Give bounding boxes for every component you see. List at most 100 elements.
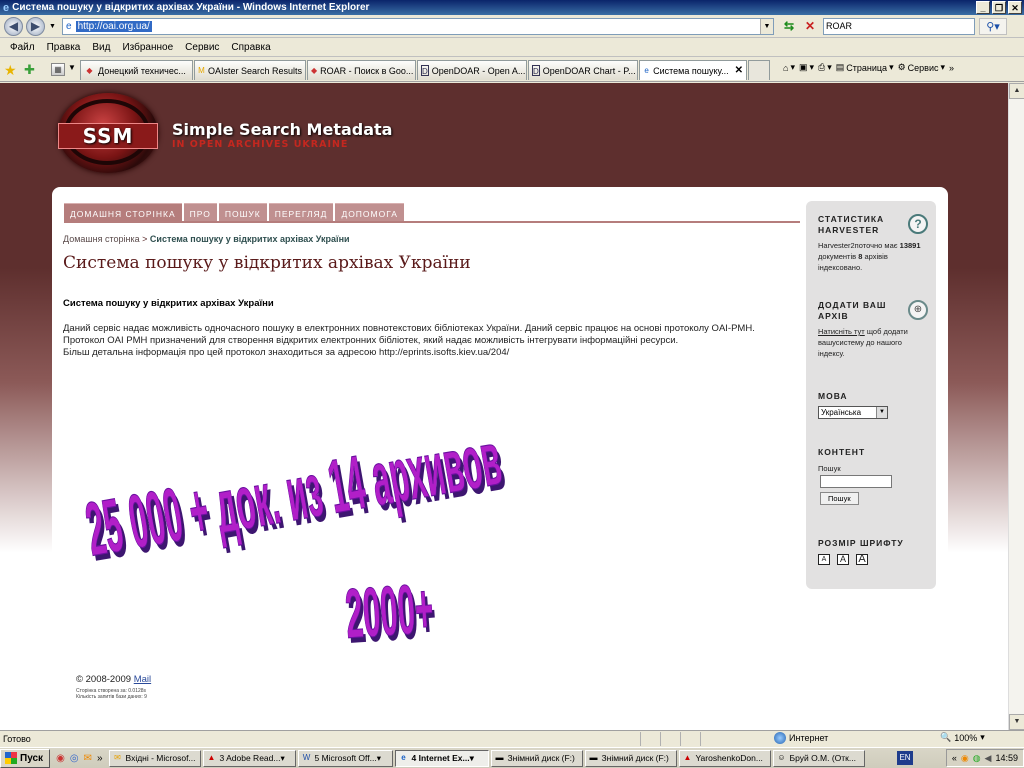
task-outlook[interactable]: ✉ Вхідні - Microsof...: [108, 749, 201, 767]
task-word[interactable]: W 5 Microsoft Off... ▾: [297, 749, 393, 767]
globe-icon: [774, 732, 786, 744]
security-zone[interactable]: Интернет: [774, 732, 828, 744]
chevron-down-icon[interactable]: ▼: [876, 407, 887, 418]
task-ie[interactable]: e 4 Internet Ex... ▾: [394, 749, 489, 767]
chevron-down-icon: ▾: [469, 752, 474, 763]
tab-donetsk[interactable]: ◆ Донецкий техничес...: [80, 60, 193, 80]
tab-roar[interactable]: ◆ ROAR - Поиск в Goo...: [307, 60, 416, 80]
tab-opendoar-chart[interactable]: D OpenDOAR Chart - P...: [528, 60, 638, 80]
page-viewport[interactable]: SSM Simple Search Metadata IN OPEN ARCHI…: [0, 83, 1008, 730]
tray-app-icon[interactable]: ◉: [961, 753, 969, 764]
close-tab-icon[interactable]: ✕: [735, 65, 743, 76]
tab-opendoar[interactable]: D OpenDOAR - Open A...: [417, 60, 527, 80]
nav-about[interactable]: ПРО: [183, 203, 217, 222]
pdf-icon: ▲: [683, 753, 692, 762]
feeds-button[interactable]: ▣ ▾: [799, 62, 814, 73]
favorites-star-icon[interactable]: ★: [4, 62, 17, 79]
tab-current[interactable]: e Система пошуку... ✕: [639, 60, 747, 80]
task-yaroshenko[interactable]: ▲ YaroshenkoDon...: [678, 749, 771, 767]
zone-label: Интернет: [789, 733, 829, 743]
nav-home[interactable]: ДОМАШНЯ СТОРІНКА: [64, 203, 182, 222]
menu-file[interactable]: Файл: [4, 42, 41, 53]
scroll-down-icon[interactable]: ▼: [1009, 714, 1024, 730]
history-dropdown-icon[interactable]: ▼: [49, 23, 56, 30]
tab-label: OAIster Search Results: [207, 65, 302, 76]
address-url[interactable]: http://oai.org.ua/: [75, 21, 152, 32]
minimize-button[interactable]: _: [976, 1, 990, 14]
clock[interactable]: 14:59: [995, 753, 1018, 763]
language-select[interactable]: Українська ▼: [818, 406, 888, 419]
taskbar: Пуск ◉ ◎ ✉ » ✉ Вхідні - Microsof... ▲ 3 …: [0, 747, 1024, 768]
new-tab-button[interactable]: [748, 60, 770, 80]
search-go-icon[interactable]: ⚲▾: [979, 18, 1007, 35]
search-input[interactable]: ROAR: [823, 18, 975, 35]
print-button[interactable]: ⎙ ▾: [818, 62, 832, 73]
add-archive-link[interactable]: Натисніть тут: [818, 327, 865, 336]
nav-help[interactable]: ДОПОМОГА: [335, 203, 404, 222]
page-menu-label: Страница: [846, 62, 888, 73]
chevron-more-icon[interactable]: »: [949, 63, 954, 73]
refresh-icon[interactable]: ⇆: [780, 18, 798, 35]
vertical-scrollbar[interactable]: ▲ ▼: [1008, 83, 1024, 730]
font-medium-button[interactable]: A: [837, 554, 849, 565]
tray-volume-icon[interactable]: ◀: [985, 753, 992, 764]
tools-menu-button[interactable]: ⚙ Сервис ▾: [898, 62, 945, 73]
footer: © 2008-2009 Mail: [76, 674, 151, 685]
scroll-up-icon[interactable]: ▲: [1009, 83, 1024, 99]
nav-search[interactable]: ПОШУК: [218, 203, 267, 222]
quick-launch-outlook-icon[interactable]: ✉: [84, 753, 92, 764]
task-adobe[interactable]: ▲ 3 Adobe Read... ▾: [202, 749, 296, 767]
sidebar-search-input[interactable]: [820, 475, 892, 488]
quick-launch-browser-icon[interactable]: ◎: [70, 753, 79, 764]
address-dropdown-icon[interactable]: ▼: [760, 19, 773, 34]
add-favorite-icon[interactable]: ✚: [24, 62, 35, 78]
menu-view[interactable]: Вид: [86, 42, 116, 53]
start-button[interactable]: Пуск: [0, 748, 51, 768]
search-label: Пошук: [818, 464, 841, 473]
tab-list-dropdown-icon[interactable]: ▼: [68, 63, 76, 72]
home-button[interactable]: ⌂ ▾: [783, 62, 795, 73]
page-title: Система пошуку у відкритих архівах Украї…: [63, 253, 471, 273]
page-menu-button[interactable]: ▤ Страница ▾: [836, 62, 894, 73]
back-button[interactable]: ◀: [4, 17, 23, 36]
nav-browse[interactable]: ПЕРЕГЛЯД: [268, 203, 334, 222]
tray-network-icon[interactable]: ◍: [973, 753, 981, 764]
stop-icon[interactable]: ✕: [801, 18, 819, 35]
sidebar-search-button[interactable]: Пошук: [820, 492, 859, 505]
menu-edit[interactable]: Правка: [41, 42, 87, 53]
close-window-button[interactable]: ✕: [1008, 1, 1022, 14]
breadcrumb-separator: >: [142, 234, 148, 244]
help-icon[interactable]: ?: [908, 214, 928, 234]
font-small-button[interactable]: A: [818, 554, 830, 565]
tray-expand-icon[interactable]: «: [952, 753, 957, 763]
menu-tools[interactable]: Сервис: [179, 42, 225, 53]
quick-launch-more-icon[interactable]: »: [97, 753, 103, 764]
gear-icon: ⚙: [897, 62, 906, 72]
footer-stats: Сторінка створена за: 0.0128s Кількість …: [76, 688, 147, 700]
font-large-button[interactable]: A: [856, 554, 868, 565]
breadcrumb-home[interactable]: Домашня сторінка: [63, 234, 140, 244]
add-archive-icon[interactable]: ⊕: [908, 300, 928, 320]
stats-archives-count: 8: [858, 252, 863, 261]
windows-logo-icon: [5, 752, 17, 764]
quick-launch-app-icon[interactable]: ◉: [56, 753, 65, 764]
chevron-down-icon: ▾: [280, 752, 285, 763]
task-bruy[interactable]: ☺ Бруй О.М. (Отк...: [772, 749, 865, 767]
footer-mail-link[interactable]: Mail: [134, 674, 151, 685]
address-bar[interactable]: e http://oai.org.ua/ ▼: [62, 18, 774, 35]
task-drive-2[interactable]: ▬ Знімний диск (F:): [584, 749, 677, 767]
ssm-logo[interactable]: SSM: [58, 93, 158, 173]
language-indicator[interactable]: EN: [897, 751, 913, 765]
user-icon: ☺: [777, 753, 786, 762]
pdf-icon: ▲: [207, 753, 216, 762]
menu-favorites[interactable]: Избранное: [116, 42, 179, 53]
tab-oaister[interactable]: M OAIster Search Results: [194, 60, 306, 80]
stats-text-a: Harvester2поточно має: [818, 241, 898, 250]
forward-button[interactable]: ▶: [26, 17, 45, 36]
zoom-control[interactable]: 🔍 100% ▾: [940, 732, 985, 743]
maximize-button[interactable]: ❐: [992, 1, 1006, 14]
menu-help[interactable]: Справка: [225, 42, 276, 53]
language-block: МОВА Українська ▼: [818, 391, 928, 419]
quick-tabs-icon[interactable]: ▦: [51, 63, 65, 76]
task-drive-1[interactable]: ▬ Знімний диск (F:): [490, 749, 583, 767]
